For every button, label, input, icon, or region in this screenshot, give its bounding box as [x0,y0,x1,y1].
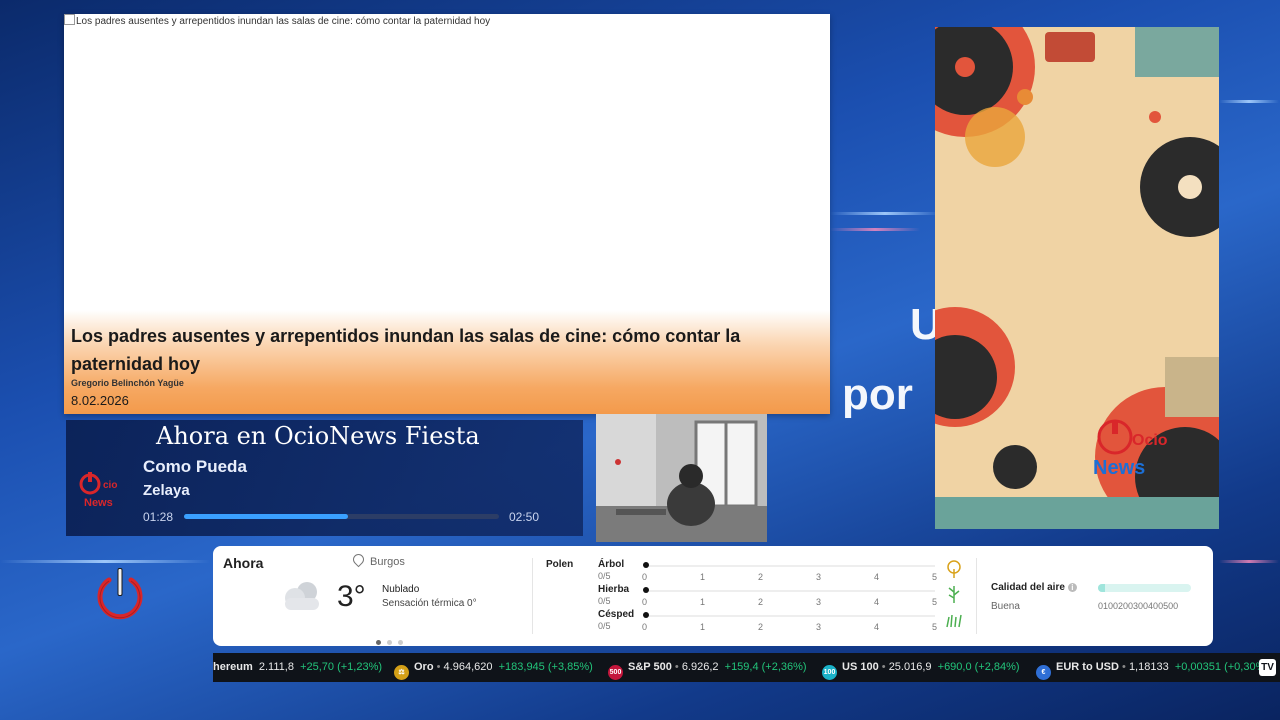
pollen-value: 0/5 [598,596,611,606]
lawn-icon [946,614,962,628]
background-word: por [842,370,913,419]
pollen-row-arbol: Árbol 0/5 012345 [598,559,978,583]
ticker-item[interactable]: 500 S&P 500 • 6.926,2 +159,4 (+2,36%) [608,653,807,682]
air-quality-title: Calidad del aire i [991,582,1077,593]
news-title[interactable]: Los padres ausentes y arrepentidos inund… [71,322,791,378]
ticker-item[interactable]: 100 US 100 • 25.016,9 +690,0 (+2,84%) [822,653,1020,682]
pollen-name: Árbol [598,559,625,570]
news-card[interactable]: Los padres ausentes y arrepentidos inund… [64,14,830,414]
cloud-icon [285,582,319,610]
now-playing-current-time: 01:28 [143,510,174,524]
pollen-level-marker [643,587,649,593]
pollen-name: Césped [598,609,635,620]
weather-now-label: Ahora [223,555,264,571]
ticker-item[interactable]: hereum 2.111,8 +25,70 (+1,23%) [213,653,382,682]
page-dot[interactable] [376,640,381,645]
air-quality-state: Buena [991,601,1020,612]
background-streak [830,212,940,215]
page-dot[interactable] [387,640,392,645]
ocionews-logo-icon: cio News [79,472,117,509]
news-image-broken: Los padres ausentes y arrepentidos inund… [64,14,490,27]
weather-page-dots[interactable] [376,632,409,650]
now-playing-artist: Zelaya [143,482,190,499]
promo-poster: Ocio News [935,27,1219,529]
weather-condition: Nublado [382,584,420,595]
air-quality-scale: 0100200300400500 [1098,601,1179,611]
ticker-item[interactable]: ⚖ Oro • 4.964,620 +183,945 (+3,85%) [394,653,593,682]
info-icon[interactable]: i [1067,583,1077,592]
us100-icon: 100 [822,665,837,680]
tradingview-logo-icon[interactable]: TV [1259,659,1276,676]
now-playing-progress-fill [184,514,348,519]
poster-logo-top: Ocio [1132,432,1168,449]
divider [532,558,533,634]
pollen-name: Hierba [598,584,630,595]
pollen-value: 0/5 [598,571,611,581]
pollen-track [645,565,935,567]
pollen-level-marker [643,562,649,568]
background-streak [0,560,210,563]
svg-text:cio: cio [103,480,117,491]
now-playing-total-time: 02:50 [509,510,540,524]
weather-location[interactable]: Burgos [350,551,405,568]
tree-icon [947,560,961,578]
pollen-level-marker [643,612,649,618]
pollen-title: Polen [546,559,574,570]
background-streak [1219,560,1279,563]
gold-icon: ⚖ [394,665,409,680]
background-streak [1219,100,1279,103]
grass-icon [948,586,960,603]
pollen-value: 0/5 [598,621,611,631]
pollen-track [645,615,935,617]
weather-location-name: Burgos [370,556,405,568]
divider [976,558,977,634]
retro-music-poster-image: Ocio News [935,27,1219,529]
news-date: 8.02.2026 [71,393,129,408]
poster-logo-bottom: News [1093,457,1145,479]
now-playing-heading: Ahora en OcioNews Fiesta [156,422,480,450]
power-icon[interactable] [95,566,145,622]
weather-widget: Ahora Burgos 3° Nublado Sensación térmic… [213,546,1213,646]
weather-feels-like: Sensación térmica 0° [382,598,477,609]
weather-temperature: 3° [337,580,366,613]
svg-text:News: News [84,497,113,509]
camera-scene-image [596,414,767,542]
location-pin-icon [350,551,367,568]
air-quality-bar [1098,584,1191,592]
background-streak [830,228,920,231]
news-image-alt-text: Los padres ausentes y arrepentidos inund… [76,16,491,27]
pollen-track [645,590,935,592]
air-quality-fill [1098,584,1105,592]
sp500-icon: 500 [608,665,623,680]
pollen-row-hierba: Hierba 0/5 012345 [598,584,978,608]
broken-image-icon [64,14,75,25]
pollen-row-cesped: Césped 0/5 012345 [598,609,978,633]
now-playing-song: Como Pueda [143,457,247,476]
news-author: Gregorio Belinchón Yagüe [71,378,184,388]
page-dot[interactable] [398,640,403,645]
now-playing-progress-bar[interactable] [184,514,499,519]
now-playing-panel: cio News Ahora en OcioNews Fiesta Como P… [66,420,583,536]
market-ticker: hereum 2.111,8 +25,70 (+1,23%) ⚖ Oro • 4.… [213,653,1280,682]
ticker-item[interactable]: € EUR to USD • 1,18133 +0,00351 (+0,30%) [1036,653,1269,682]
eur-usd-icon: € [1036,665,1051,680]
camera-feed [596,414,767,542]
